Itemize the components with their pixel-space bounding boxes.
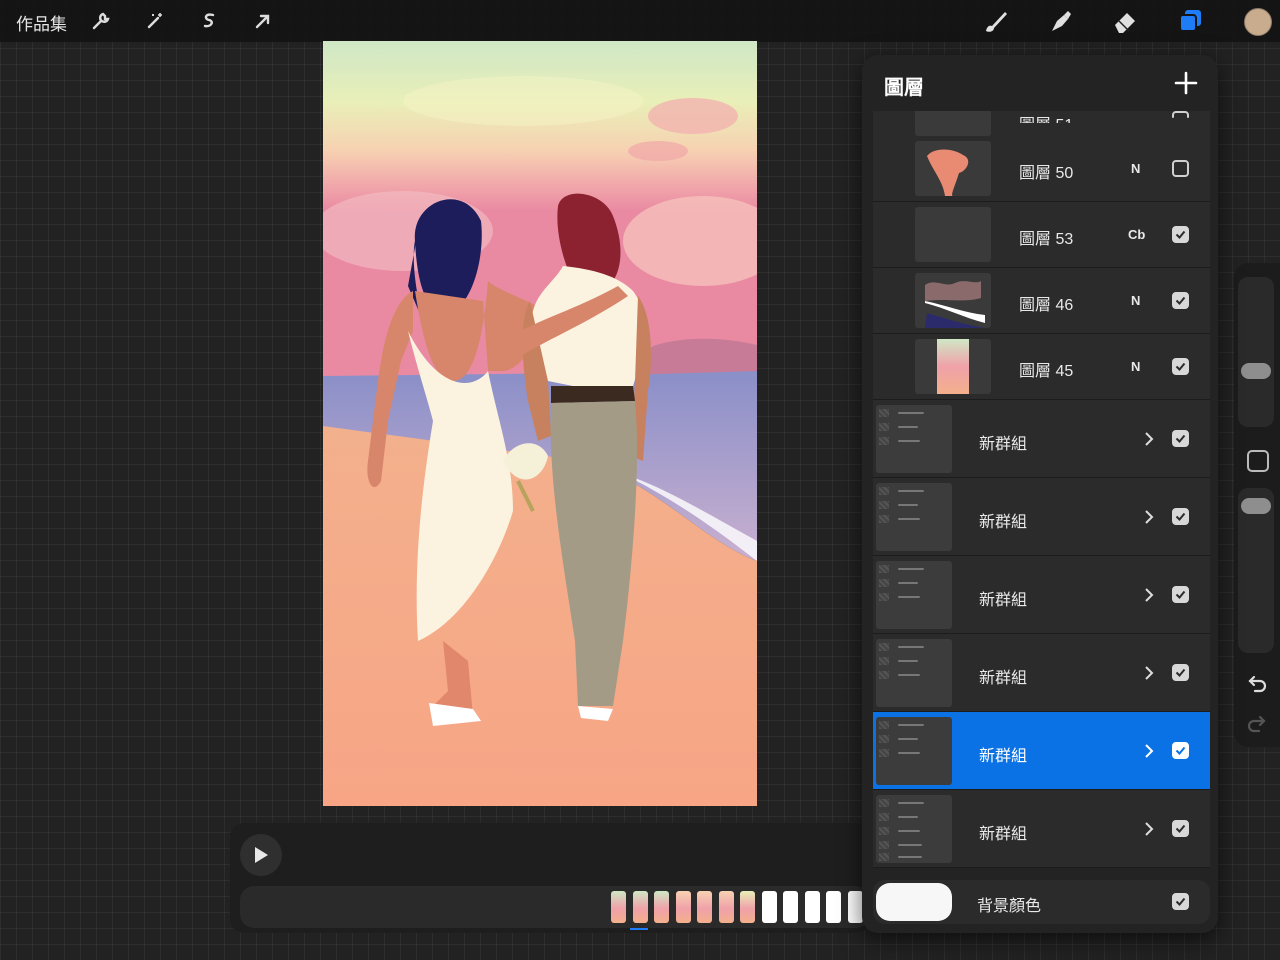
color-swatch[interactable]: [1244, 8, 1272, 36]
frame-thumb[interactable]: [633, 891, 648, 923]
transform-arrow-icon[interactable]: [248, 6, 278, 36]
background-color-label: 背景顏色: [977, 898, 1042, 915]
frame-thumb[interactable]: [719, 891, 734, 923]
visibility-checkbox[interactable]: [1172, 508, 1189, 525]
undo-icon[interactable]: [1246, 673, 1268, 695]
visibility-checkbox[interactable]: [1172, 358, 1189, 375]
blend-mode[interactable]: N: [1131, 161, 1140, 176]
group-name: 新群組: [979, 592, 1028, 609]
chevron-right-icon[interactable]: [1143, 431, 1155, 447]
visibility-checkbox[interactable]: [1172, 160, 1189, 177]
top-toolbar: 作品集: [0, 0, 1280, 42]
redo-icon[interactable]: [1246, 713, 1268, 735]
frame-thumb[interactable]: [762, 891, 777, 923]
visibility-checkbox[interactable]: [1172, 742, 1189, 759]
frame-strip[interactable]: [240, 886, 870, 928]
layer-name: 圖層 50: [1019, 165, 1074, 182]
layer-thumbnail: [915, 207, 991, 262]
layer-name: 圖層 51: [1019, 117, 1074, 134]
group-name: 新群組: [979, 670, 1028, 687]
background-color-swatch[interactable]: [876, 883, 952, 921]
visibility-checkbox[interactable]: [1172, 292, 1189, 309]
background-color-row[interactable]: 背景顏色: [873, 880, 1210, 924]
group-name: 新群組: [979, 826, 1028, 843]
group-thumbnail: [876, 795, 952, 863]
group-name: 新群組: [979, 436, 1028, 453]
frame-thumb[interactable]: [783, 891, 798, 923]
frame-thumb[interactable]: [697, 891, 712, 923]
group-thumbnail: [876, 561, 952, 629]
blend-mode[interactable]: N: [1131, 359, 1140, 374]
group-row[interactable]: 新群組: [873, 556, 1210, 634]
frame-thumb[interactable]: [826, 891, 841, 923]
group-thumbnail: [876, 717, 952, 785]
opacity-knob[interactable]: [1241, 498, 1271, 514]
brush-size-knob[interactable]: [1241, 363, 1271, 379]
layer-thumbnail: [915, 111, 991, 136]
layer-row[interactable]: 圖層 53 Cb: [873, 202, 1210, 268]
side-slider-bar: [1234, 263, 1280, 747]
blend-mode[interactable]: Cb: [1128, 227, 1145, 242]
layer-row[interactable]: 圖層 50 N: [873, 136, 1210, 202]
visibility-checkbox[interactable]: [1172, 430, 1189, 447]
chevron-right-icon[interactable]: [1143, 509, 1155, 525]
chevron-right-icon[interactable]: [1143, 821, 1155, 837]
layer-row[interactable]: 圖層 45 N: [873, 334, 1210, 400]
group-name: 新群組: [979, 514, 1028, 531]
group-thumbnail: [876, 483, 952, 551]
visibility-checkbox[interactable]: [1172, 111, 1189, 118]
current-frame-indicator: [630, 928, 648, 930]
plus-icon: [1174, 71, 1198, 95]
blend-mode[interactable]: N: [1131, 293, 1140, 308]
layer-thumbnail: [915, 273, 991, 328]
frame-thumb[interactable]: [611, 891, 626, 923]
layer-name: 圖層 45: [1019, 363, 1074, 380]
layers-panel: 圖層 圖層 51 圖層 50 N 圖層 53 Cb 圖層 46 N 圖層 45 …: [862, 55, 1218, 933]
wrench-icon[interactable]: [86, 6, 116, 36]
layer-name: 圖層 46: [1019, 297, 1074, 314]
layer-row[interactable]: 圖層 46 N: [873, 268, 1210, 334]
magic-wand-icon[interactable]: [140, 6, 170, 36]
group-row[interactable]: 新群組: [873, 400, 1210, 478]
layers-icon[interactable]: [1173, 4, 1207, 38]
smudge-icon[interactable]: [1043, 4, 1077, 38]
gallery-button[interactable]: 作品集: [16, 10, 67, 35]
frame-thumb[interactable]: [740, 891, 755, 923]
group-thumbnail: [876, 639, 952, 707]
layer-list[interactable]: 圖層 51 圖層 50 N 圖層 53 Cb 圖層 46 N 圖層 45 N 新…: [873, 111, 1210, 891]
opacity-slider[interactable]: [1238, 488, 1274, 653]
frame-thumb[interactable]: [848, 891, 863, 923]
chevron-right-icon[interactable]: [1143, 587, 1155, 603]
frame-thumb[interactable]: [676, 891, 691, 923]
modify-button[interactable]: [1247, 450, 1269, 472]
group-row[interactable]: 新群組: [873, 478, 1210, 556]
visibility-checkbox[interactable]: [1172, 226, 1189, 243]
visibility-checkbox[interactable]: [1172, 893, 1189, 910]
visibility-checkbox[interactable]: [1172, 586, 1189, 603]
layer-row[interactable]: 圖層 51: [873, 111, 1210, 137]
selection-icon[interactable]: [194, 6, 224, 36]
chevron-right-icon[interactable]: [1143, 665, 1155, 681]
layer-thumbnail: [915, 339, 991, 394]
artwork-canvas[interactable]: [323, 41, 757, 806]
visibility-checkbox[interactable]: [1172, 820, 1189, 837]
visibility-checkbox[interactable]: [1172, 664, 1189, 681]
group-name: 新群組: [979, 748, 1028, 765]
frame-thumb[interactable]: [805, 891, 820, 923]
brush-icon[interactable]: [978, 4, 1012, 38]
brush-size-slider[interactable]: [1238, 277, 1274, 427]
add-layer-button[interactable]: [1172, 69, 1200, 97]
layer-thumbnail: [915, 141, 991, 196]
layer-name: 圖層 53: [1019, 231, 1074, 248]
animation-timeline: [230, 823, 870, 933]
chevron-right-icon[interactable]: [1143, 743, 1155, 759]
layers-panel-title: 圖層: [884, 77, 924, 99]
group-row[interactable]: 新群組: [873, 790, 1210, 868]
group-thumbnail: [876, 405, 952, 473]
group-row-selected[interactable]: 新群組: [873, 712, 1210, 790]
group-row[interactable]: 新群組: [873, 634, 1210, 712]
play-button[interactable]: [240, 834, 282, 876]
eraser-icon[interactable]: [1108, 4, 1142, 38]
frame-thumb[interactable]: [654, 891, 669, 923]
